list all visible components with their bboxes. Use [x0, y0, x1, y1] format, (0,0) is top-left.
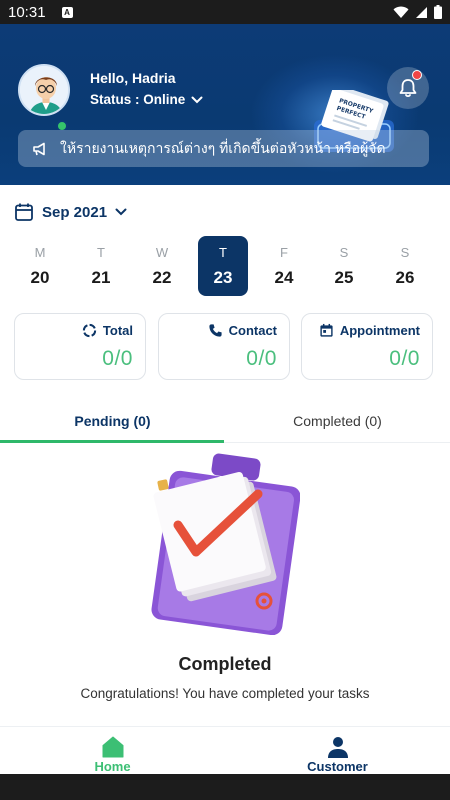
day-of-week: T [219, 245, 227, 260]
nav-customer-label: Customer [307, 759, 368, 774]
day-cell[interactable]: T 21 [76, 236, 126, 296]
day-number: 25 [334, 268, 354, 287]
day-number: 24 [274, 268, 294, 287]
day-cell[interactable]: F 24 [259, 236, 309, 296]
card-title-text: Contact [228, 323, 277, 338]
progress-ring-icon [82, 323, 97, 338]
card-value: 0/0 [389, 347, 420, 370]
nav-home-label: Home [94, 759, 131, 774]
day-number: 22 [152, 268, 172, 287]
wifi-icon [393, 6, 409, 18]
day-of-week: S [400, 245, 410, 260]
clock-time: 10:31 [8, 3, 46, 21]
day-cell-selected[interactable]: T 23 [198, 236, 248, 296]
total-card[interactable]: Total 0/0 [14, 313, 146, 380]
phone-icon [209, 324, 222, 337]
day-number: 23 [213, 268, 233, 287]
megaphone-icon [33, 142, 45, 155]
appointment-card[interactable]: Appointment 0/0 [301, 313, 433, 380]
bell-icon [399, 79, 417, 98]
bottom-navigation: Home Customer [0, 726, 450, 774]
calendar-check-icon [320, 323, 333, 337]
chevron-down-icon [191, 96, 203, 103]
contact-card[interactable]: Contact 0/0 [158, 313, 290, 380]
avatar[interactable] [18, 64, 70, 116]
tab-pending[interactable]: Pending (0) [0, 399, 225, 443]
task-tabs: Pending (0) Completed (0) [0, 399, 450, 443]
month-selector[interactable]: Sep 2021 [14, 202, 127, 222]
clipboard-check-illustration [151, 453, 300, 635]
status-icons [393, 5, 442, 19]
day-cell[interactable]: M 20 [15, 236, 65, 296]
day-of-week: M [34, 245, 46, 260]
sim-icon: A [61, 6, 73, 18]
announcement-text: ให้รายงานเหตุการณ์ต่างๆ ที่เกิดขึ้นต่อหั… [60, 139, 386, 156]
day-of-week: F [280, 245, 288, 260]
week-strip: M 20 T 21 W 22 T 23 F 24 S 25 S 26 [10, 236, 440, 296]
card-title-text: Total [102, 323, 133, 338]
chevron-down-icon [115, 208, 127, 216]
card-value: 0/0 [246, 347, 277, 370]
card-title: Total [82, 323, 133, 338]
system-navigation-bar [0, 774, 450, 800]
day-of-week: S [339, 245, 349, 260]
day-number: 26 [395, 268, 415, 287]
day-of-week: W [155, 245, 169, 260]
system-status-bar: 10:31 A [0, 0, 450, 24]
tab-completed[interactable]: Completed (0) [225, 399, 450, 443]
greeting-text: Hello, Hadria [90, 70, 176, 86]
status-text: Status : Online [90, 92, 186, 107]
day-number: 21 [91, 268, 111, 287]
day-cell[interactable]: S 26 [380, 236, 430, 296]
card-value: 0/0 [102, 347, 133, 370]
day-of-week: T [97, 245, 105, 260]
card-title: Appointment [319, 323, 420, 338]
nav-home[interactable]: Home [0, 727, 225, 775]
nav-customer[interactable]: Customer [225, 727, 450, 775]
person-icon [327, 737, 348, 758]
battery-icon [434, 5, 442, 19]
signal-icon [416, 6, 427, 18]
notification-button[interactable] [387, 67, 429, 109]
active-tab-indicator [0, 440, 224, 443]
calendar-icon [15, 203, 33, 221]
day-cell[interactable]: W 22 [137, 236, 187, 296]
avatar-illustration [20, 66, 68, 114]
day-number: 20 [30, 268, 50, 287]
card-title-text: Appointment [339, 323, 420, 338]
card-title: Contact [208, 323, 277, 338]
notification-dot [412, 70, 422, 80]
empty-state-title: Completed [178, 654, 272, 674]
status-selector[interactable]: Status : Online [90, 92, 203, 107]
announcement-banner[interactable]: ให้รายงานเหตุการณ์ต่างๆ ที่เกิดขึ้นต่อหั… [18, 130, 429, 167]
app-header: Hello, Hadria Status : Online PROPERTY P… [0, 24, 450, 185]
home-icon [102, 736, 123, 758]
month-label: Sep 2021 [42, 203, 108, 221]
day-cell[interactable]: S 25 [319, 236, 369, 296]
empty-state-subtitle: Congratulations! You have completed your… [80, 686, 370, 701]
